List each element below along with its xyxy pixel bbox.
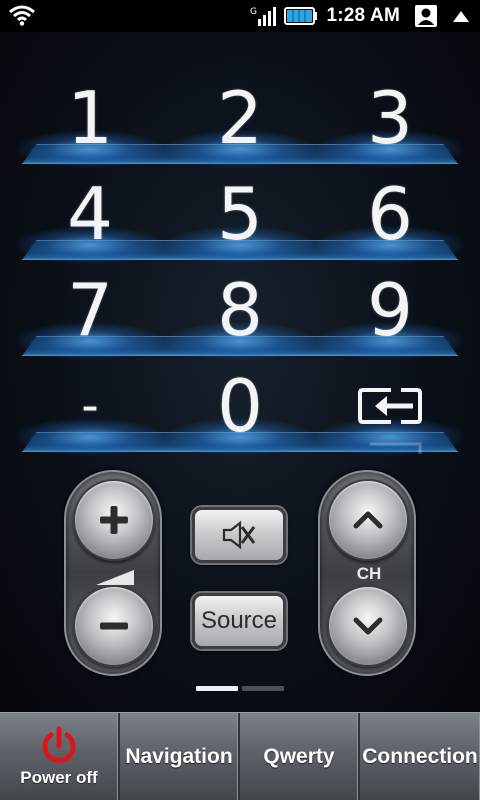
key-0[interactable]: 0 — [170, 360, 310, 452]
tab-connection-label: Connection — [362, 745, 478, 768]
source-button[interactable]: Source — [192, 593, 286, 649]
keypad-row-1: 1 2 3 — [0, 72, 480, 172]
key-2[interactable]: 2 — [170, 72, 310, 164]
volume-level-icon — [96, 570, 134, 585]
key-7[interactable]: 7 — [20, 264, 160, 356]
channel-down-button[interactable] — [327, 585, 409, 667]
keypad-row-4: - 0 — [0, 360, 480, 460]
page-indicator-active — [196, 686, 238, 691]
channel-label: CH — [356, 564, 382, 583]
chevron-up-icon — [353, 511, 383, 529]
key-4[interactable]: 4 — [20, 168, 160, 260]
key-dash[interactable]: - — [20, 360, 160, 452]
battery-icon — [284, 7, 318, 25]
tab-qwerty-label: Qwerty — [263, 745, 335, 768]
chevron-down-icon — [353, 617, 383, 635]
volume-down-button[interactable] — [73, 585, 155, 667]
channel-up-button[interactable] — [327, 479, 409, 561]
volume-control — [64, 470, 162, 676]
svg-text:G: G — [250, 7, 257, 17]
tab-power-off[interactable]: Power off — [0, 713, 120, 800]
input-source-icon — [358, 388, 422, 424]
tab-qwerty[interactable]: Qwerty — [240, 713, 360, 800]
arrow-up-icon[interactable] — [450, 7, 472, 25]
key-3[interactable]: 3 — [320, 72, 460, 164]
keypad-row-2: 4 5 6 — [0, 168, 480, 268]
key-5[interactable]: 5 — [170, 168, 310, 260]
remote-panel: 1 2 3 4 5 6 7 8 9 - 0 Source CH — [0, 32, 480, 712]
power-icon — [42, 726, 76, 763]
plus-icon — [100, 506, 128, 534]
tab-connection[interactable]: Connection — [360, 713, 480, 800]
key-6[interactable]: 6 — [320, 168, 460, 260]
key-1[interactable]: 1 — [20, 72, 160, 164]
input-source-button[interactable] — [320, 360, 460, 452]
volume-up-button[interactable] — [73, 479, 155, 561]
contact-icon — [415, 5, 437, 27]
page-indicator-inactive[interactable] — [242, 686, 284, 691]
bottom-tab-bar: Power off Navigation Qwerty Connection — [0, 712, 480, 800]
signal-icon: G — [250, 7, 277, 26]
channel-control: CH — [318, 470, 416, 676]
tab-power-off-label: Power off — [20, 768, 98, 787]
tab-navigation-label: Navigation — [125, 745, 233, 768]
input-source-reflection — [370, 442, 422, 454]
minus-icon — [100, 622, 128, 630]
wifi-icon — [9, 5, 35, 26]
keypad-row-3: 7 8 9 — [0, 264, 480, 364]
mute-button[interactable] — [192, 507, 286, 563]
mute-icon — [222, 520, 256, 550]
tab-navigation[interactable]: Navigation — [120, 713, 240, 800]
status-time: 1:28 AM — [326, 5, 400, 26]
status-bar: G 1:28 AM — [0, 0, 480, 32]
key-9[interactable]: 9 — [320, 264, 460, 356]
key-8[interactable]: 8 — [170, 264, 310, 356]
